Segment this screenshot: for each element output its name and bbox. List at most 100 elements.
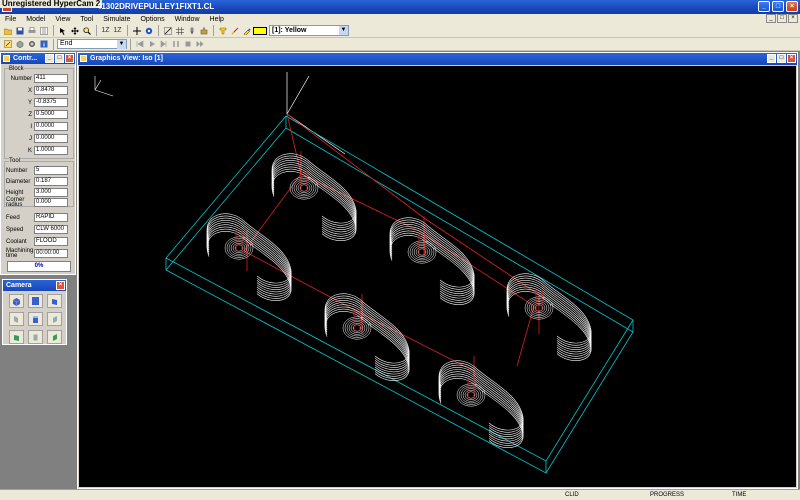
shade-icon[interactable] (217, 25, 228, 36)
open-icon[interactable] (2, 25, 13, 36)
stock-icon[interactable] (14, 39, 25, 50)
front-view-icon[interactable] (28, 312, 43, 326)
fast-forward-icon[interactable] (194, 39, 205, 50)
field-label: Number (6, 167, 28, 174)
z-row: Z 0.5000 (4, 110, 74, 119)
title-bar[interactable]: Unregistered HyperCam 2 - 41302DRIVEPULL… (0, 0, 800, 14)
graphics-window: Graphics View: Iso [1] _ □ × (77, 52, 798, 489)
settings-icon[interactable] (26, 39, 37, 50)
diameter-field: 0.187 (34, 177, 68, 186)
graphics-close-button[interactable]: × (787, 54, 796, 63)
zoom-extents-button[interactable]: 1Z (112, 25, 123, 36)
measure-icon[interactable] (162, 25, 173, 36)
mdi-restore-button[interactable]: □ (777, 14, 787, 23)
status-time: TIME (732, 492, 747, 498)
toolbar-separator (53, 38, 54, 50)
j-field: 0.0000 (34, 134, 68, 143)
menu-window[interactable]: Window (170, 16, 205, 23)
field-label: Y (27, 99, 32, 106)
toolbar-separator (158, 25, 159, 36)
graphics-minimize-button[interactable]: _ (767, 54, 776, 63)
rapid-moves (243, 113, 545, 391)
camera-title-bar[interactable]: Camera × (3, 280, 66, 291)
chevron-down-icon[interactable]: ▼ (339, 26, 348, 35)
simulate-icon[interactable] (2, 39, 13, 50)
panel-maximize-button[interactable]: □ (55, 54, 64, 63)
save-icon[interactable] (14, 25, 25, 36)
top-view-icon[interactable] (28, 294, 43, 308)
rewind-icon[interactable] (134, 39, 145, 50)
list-icon[interactable] (38, 25, 49, 36)
color-swatch[interactable] (253, 26, 267, 35)
back-view-icon[interactable] (28, 330, 43, 344)
corner-radius-field: 0.000 (34, 198, 68, 207)
menu-model[interactable]: Model (21, 16, 50, 23)
maximize-button[interactable]: □ (772, 1, 784, 12)
menu-view[interactable]: View (50, 16, 75, 23)
camera-close-button[interactable]: × (56, 281, 65, 290)
color-select-value: [1]: Yellow (272, 27, 307, 34)
back-right-icon[interactable] (47, 330, 62, 344)
chevron-down-icon[interactable]: ▼ (117, 40, 126, 49)
mdi-close-button[interactable]: × (788, 14, 798, 23)
zoom-window-button[interactable]: 1Z (100, 25, 111, 36)
graphics-viewport[interactable] (79, 66, 796, 487)
speed-row: Speed CLW 6000 (4, 225, 74, 234)
coolant-row: Coolant FLOOD (4, 237, 74, 246)
machining-time-row: Machining time 00:00:00 (4, 247, 74, 259)
pulley-toolpath (438, 360, 524, 448)
pointer-icon[interactable] (57, 25, 68, 36)
progress-bar: 0% (7, 261, 71, 272)
close-button[interactable]: × (786, 1, 798, 12)
simulation-toolbar: End ▼ (0, 38, 800, 51)
field-label: Feed (6, 214, 20, 221)
run-to-select[interactable]: End ▼ (57, 39, 127, 49)
iso-right-icon[interactable] (47, 294, 62, 308)
field-label: X (27, 87, 32, 94)
block-number-field: 411 (34, 74, 68, 83)
zoom-icon[interactable] (81, 25, 92, 36)
right-view-icon[interactable] (47, 312, 62, 326)
stop-icon[interactable] (182, 39, 193, 50)
graphics-maximize-button[interactable]: □ (777, 54, 786, 63)
field-label: Number (10, 75, 32, 82)
play-icon[interactable] (146, 39, 157, 50)
target-icon[interactable] (143, 25, 154, 36)
back-left-icon[interactable] (9, 330, 24, 344)
iso-view-icon[interactable] (9, 294, 24, 308)
controller-title-bar[interactable]: Contr... _ □ × (1, 53, 75, 64)
mdi-minimize-button[interactable]: _ (766, 14, 776, 23)
controller-title: Contr... (13, 55, 38, 62)
color-select[interactable]: [1]: Yellow ▼ (269, 25, 349, 36)
left-view-icon[interactable] (9, 312, 24, 326)
pan-icon[interactable] (69, 25, 80, 36)
color-picker-icon[interactable] (241, 25, 252, 36)
panel-minimize-button[interactable]: _ (45, 54, 54, 63)
menu-help[interactable]: Help (205, 16, 229, 23)
block-number-row: Number 411 (4, 74, 74, 83)
field-label: Machining time (6, 247, 34, 259)
fixture-icon[interactable] (198, 25, 209, 36)
graphics-title-bar[interactable]: Graphics View: Iso [1] _ □ × (78, 53, 797, 65)
tool-number-row: Number 5 (4, 166, 74, 175)
pause-icon[interactable] (170, 39, 181, 50)
step-icon[interactable] (158, 39, 169, 50)
i-row: I 0.0000 (4, 122, 74, 131)
info-icon[interactable] (38, 39, 49, 50)
menu-simulate[interactable]: Simulate (98, 16, 135, 23)
cutter-icon[interactable] (186, 25, 197, 36)
menu-tool[interactable]: Tool (75, 16, 98, 23)
panel-close-button[interactable]: × (65, 54, 74, 63)
crosshair-icon[interactable] (131, 25, 142, 36)
pulley-toolpath (206, 213, 292, 301)
status-progress: PROGRESS (650, 492, 685, 498)
diameter-row: Diameter 0.187 (4, 177, 74, 186)
pulley-toolpath (506, 273, 592, 361)
menu-file[interactable]: File (0, 16, 21, 23)
print-icon[interactable] (26, 25, 37, 36)
toolpath-icon[interactable] (229, 25, 240, 36)
grid-icon[interactable] (174, 25, 185, 36)
menu-options[interactable]: Options (135, 16, 169, 23)
minimize-button[interactable]: _ (758, 1, 770, 12)
feed-row: Feed RAPID (4, 213, 74, 222)
